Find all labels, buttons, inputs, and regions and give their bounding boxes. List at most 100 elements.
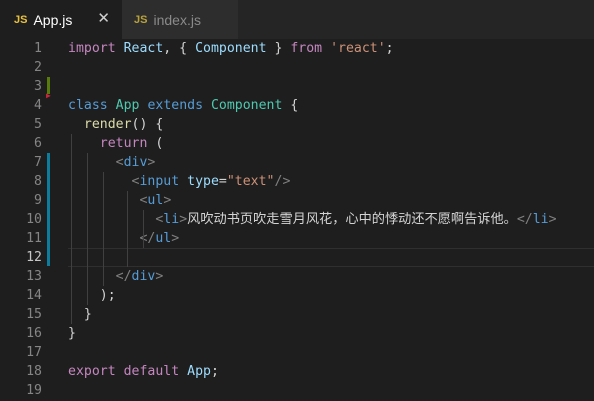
code-token: from <box>290 41 323 56</box>
js-file-icon: JS <box>134 13 148 26</box>
code-token: Component <box>210 98 283 113</box>
line-number: 15 <box>26 307 42 322</box>
indent-guide <box>71 134 72 324</box>
tab-label: index.js <box>153 11 201 28</box>
code-line[interactable]: 7 <div> <box>0 153 594 172</box>
code-token: > <box>147 155 156 170</box>
code-line[interactable]: 5 render() { <box>0 115 594 134</box>
code-line[interactable]: 3 <box>0 77 594 96</box>
code-token: () { <box>131 117 164 132</box>
code-token: import <box>68 41 116 56</box>
line-code: </ul> <box>68 229 179 248</box>
line-code: return ( <box>68 134 164 153</box>
code-token: App <box>187 364 211 379</box>
line-number: 18 <box>26 364 42 379</box>
code-line[interactable]: 18 export default App; <box>0 362 594 381</box>
code-token: = <box>218 174 227 189</box>
code-token: } <box>68 326 76 341</box>
code-line[interactable]: 4 class App extends Component { <box>0 96 594 115</box>
line-code: } <box>68 324 76 343</box>
line-number: 10 <box>26 212 42 227</box>
code-token: > <box>163 193 172 208</box>
line-code: ); <box>68 286 116 305</box>
tab-index-js[interactable]: JS index.js <box>122 0 238 39</box>
code-token: > <box>171 231 180 246</box>
code-line[interactable]: 10 <li>风吹动书页吹走雪月风花，心中的悸动还不愿啊告诉他。</li> <box>0 210 594 229</box>
line-code: export default App; <box>68 362 219 381</box>
code-line[interactable]: 1 import React, { Component } from 'react… <box>0 39 594 58</box>
code-token: type <box>187 174 219 189</box>
code-token: </ <box>115 269 132 284</box>
code-line[interactable]: 19 <box>0 381 594 400</box>
code-line[interactable]: 15 } <box>0 305 594 324</box>
indent-guide <box>143 210 144 248</box>
line-code: import React, { Component } from 'react'… <box>68 39 394 58</box>
code-token: > <box>548 212 557 227</box>
code-line[interactable]: 11 </ul> <box>0 229 594 248</box>
line-number: 5 <box>34 117 42 132</box>
code-token: default <box>123 364 180 379</box>
code-token: 风吹动书页吹走雪月风花，心中的悸动还不愿啊告诉他。 <box>187 212 517 227</box>
line-number: 4 <box>34 98 42 113</box>
code-line[interactable]: 14 ); <box>0 286 594 305</box>
code-token: > <box>155 269 164 284</box>
line-number: 13 <box>26 269 42 284</box>
line-code: <input type="text"/> <box>68 172 291 191</box>
code-line[interactable]: 12 <box>0 248 594 267</box>
js-file-icon: JS <box>14 13 28 26</box>
line-code: <li>风吹动书页吹走雪月风花，心中的悸动还不愿啊告诉他。</li> <box>68 210 557 229</box>
code-token: </ <box>139 231 156 246</box>
line-number: 3 <box>34 79 42 94</box>
line-number: 11 <box>26 231 42 246</box>
code-token: div <box>123 155 148 170</box>
code-token: ul <box>147 193 164 208</box>
code-token: { <box>282 98 299 113</box>
tab-bar: JS App.js ✕ JS index.js <box>0 0 594 39</box>
tab-app-js[interactable]: JS App.js ✕ <box>0 0 122 39</box>
line-number: 8 <box>34 174 42 189</box>
tab-label: App.js <box>33 11 73 28</box>
code-line[interactable]: 8 <input type="text"/> <box>0 172 594 191</box>
code-token: input <box>139 174 180 189</box>
code-editor[interactable]: 1 import React, { Component } from 'react… <box>0 39 594 401</box>
close-icon[interactable]: ✕ <box>97 11 110 27</box>
code-line[interactable]: 9 <ul> <box>0 191 594 210</box>
code-token: Component <box>195 41 267 56</box>
code-token: ( <box>147 136 164 151</box>
line-code: </div> <box>68 267 164 286</box>
code-line[interactable]: 16} <box>0 324 594 343</box>
code-line[interactable]: 17 <box>0 343 594 362</box>
line-code: render() { <box>68 115 163 134</box>
current-line-highlight <box>68 248 594 267</box>
code-token: div <box>131 269 156 284</box>
line-number: 7 <box>34 155 42 170</box>
line-number: 14 <box>26 288 42 303</box>
line-number: 12 <box>26 250 42 265</box>
indent-guide <box>127 191 128 267</box>
git-modified-indicator <box>47 153 50 266</box>
code-line[interactable]: 13 </div> <box>0 267 594 286</box>
code-token: < <box>115 155 124 170</box>
code-token: extends <box>147 98 204 113</box>
indent-guide <box>87 153 88 305</box>
line-number: 2 <box>34 60 42 75</box>
fold-arrow-icon[interactable]: ▶ <box>46 91 51 100</box>
code-token: </ <box>516 212 533 227</box>
indent-guide <box>103 172 104 286</box>
code-token: "text" <box>226 174 275 189</box>
code-line[interactable]: 2 <box>0 58 594 77</box>
code-token: ul <box>155 231 172 246</box>
code-token: ; <box>385 41 394 56</box>
code-line[interactable]: 6 return ( <box>0 134 594 153</box>
code-token: li <box>532 212 549 227</box>
code-token: li <box>163 212 180 227</box>
